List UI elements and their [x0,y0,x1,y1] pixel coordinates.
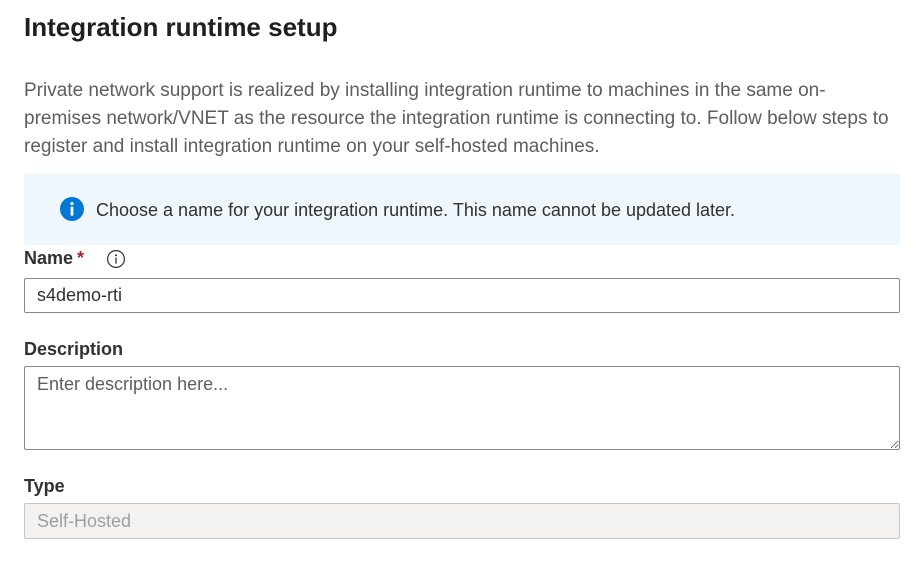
name-label: Name * [24,248,84,269]
type-input [24,503,900,539]
type-label: Type [24,476,65,496]
info-message-text: Choose a name for your integration runti… [96,200,736,220]
info-message-bar: Choose a name for your integration runti… [24,174,900,245]
required-marker: * [77,248,85,268]
info-icon [60,197,84,221]
page-title: Integration runtime setup [24,12,338,42]
description-label: Description [24,339,124,359]
intro-text: Private network support is realized by i… [24,80,889,157]
name-label-text: Name [24,248,74,268]
name-input[interactable] [24,278,900,313]
info-outline-icon[interactable] [106,249,126,269]
description-textarea[interactable] [24,366,900,450]
